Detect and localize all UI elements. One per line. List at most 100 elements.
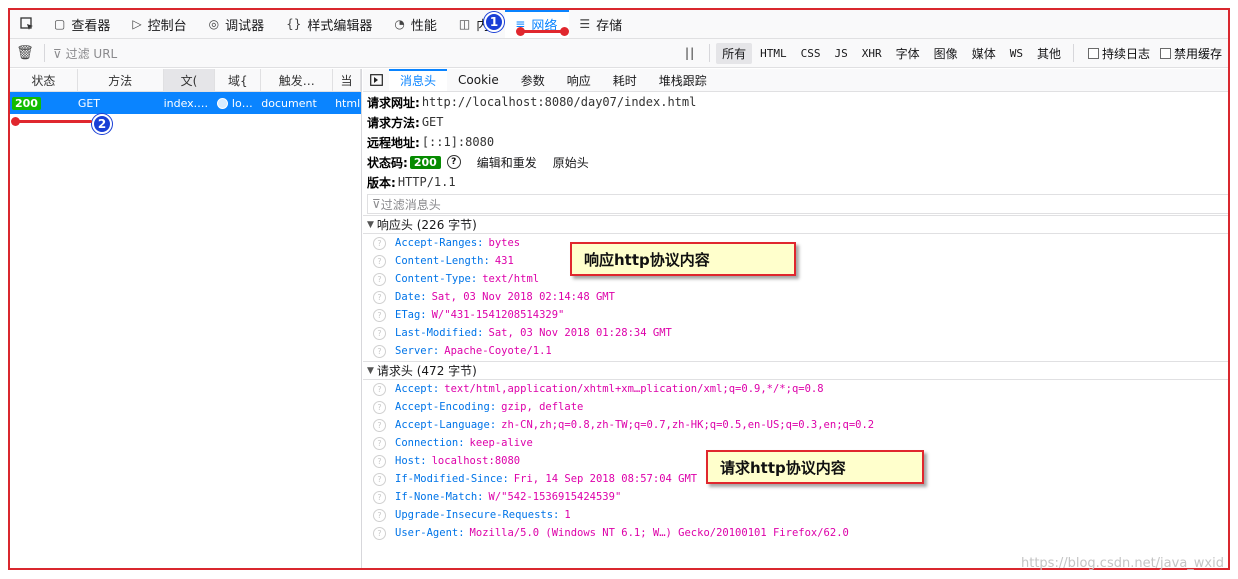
checkbox-box — [1087, 47, 1099, 59]
request-row[interactable]: 200 GET index.… lo… document html — [10, 92, 361, 114]
type-filter-fonts[interactable]: 字体 — [890, 43, 926, 64]
help-icon[interactable]: ? — [373, 490, 386, 504]
tab-params[interactable]: 参数 — [510, 69, 556, 91]
help-icon[interactable]: ? — [373, 436, 386, 450]
devtools-window: ▢ 查看器 ▷ 控制台 ◎ 调试器 {} 样式编辑器 ◔ 性能 ◫ 内 ≡ 网络 ☰ 存储 🗑 … — [8, 8, 1230, 570]
header-value: keep-alive — [469, 437, 533, 449]
type-filter-media[interactable]: 媒体 — [966, 43, 1002, 64]
help-icon[interactable]: ? — [446, 155, 461, 169]
column-domain[interactable]: 域{ — [215, 69, 262, 91]
checkbox-box — [1159, 47, 1171, 59]
method-label: 请求方法: — [367, 115, 420, 130]
inspector-icon: ▢ — [54, 17, 66, 31]
tab-storage[interactable]: ☰ 存储 — [569, 10, 634, 38]
help-icon[interactable]: ? — [373, 308, 386, 322]
tab-stack-trace[interactable]: 堆栈跟踪 — [648, 69, 718, 91]
help-icon[interactable]: ? — [373, 254, 386, 268]
request-cause: document — [261, 96, 317, 110]
tab-cookies[interactable]: Cookie — [447, 69, 510, 91]
help-icon[interactable]: ? — [373, 272, 386, 286]
version-label: 版本: — [367, 175, 396, 190]
header-row[interactable]: ? Upgrade-Insecure-Requests: 1 — [363, 506, 1228, 524]
header-row[interactable]: ? Server: Apache-Coyote/1.1 — [363, 342, 1228, 360]
divider — [44, 44, 45, 62]
annotation-dot — [560, 27, 569, 36]
persist-logs-label: 持续日志 — [1101, 46, 1150, 61]
help-icon[interactable]: ? — [373, 326, 386, 340]
type-filter-html[interactable]: HTML — [754, 45, 793, 62]
type-filter-all[interactable]: 所有 — [716, 42, 753, 64]
column-type[interactable]: 当 — [333, 69, 362, 91]
header-name: Date: — [395, 291, 427, 303]
help-icon[interactable]: ? — [373, 382, 386, 396]
header-row[interactable]: ? If-None-Match: W/"542-1536915424539" — [363, 488, 1228, 506]
header-value: W/"431-1541208514329" — [431, 309, 565, 321]
header-name: Accept: — [395, 383, 440, 395]
column-status[interactable]: 状态 — [10, 69, 78, 91]
type-filter-css[interactable]: CSS — [795, 45, 827, 62]
help-icon[interactable]: ? — [373, 400, 386, 414]
header-value: W/"542-1536915424539" — [488, 491, 622, 503]
tab-inspector[interactable]: ▢ 查看器 — [44, 10, 122, 38]
clear-trash-icon[interactable]: 🗑 — [10, 45, 40, 61]
type-filter-xhr[interactable]: XHR — [856, 45, 888, 62]
tab-timings[interactable]: 耗时 — [602, 69, 648, 91]
help-icon[interactable]: ? — [373, 472, 386, 486]
headers-filter-input[interactable]: ⊽ 过滤消息头 — [367, 194, 1228, 214]
debugger-icon: ◎ — [208, 17, 220, 31]
header-row[interactable]: ? Last-Modified: Sat, 03 Nov 2018 01:28:34… — [363, 324, 1228, 342]
column-file[interactable]: 文( — [163, 69, 216, 91]
toggle-sidebar-icon[interactable] — [363, 69, 389, 91]
request-type: html — [335, 96, 361, 110]
header-row[interactable]: ? ETag: W/"431-1541208514329" — [363, 306, 1228, 324]
tab-debugger[interactable]: ◎ 调试器 — [199, 10, 277, 38]
header-value: text/html — [482, 273, 540, 285]
element-picker-icon[interactable] — [10, 10, 44, 38]
column-method[interactable]: 方法 — [78, 69, 164, 91]
tab-headers[interactable]: 消息头 — [389, 69, 448, 91]
help-icon[interactable]: ? — [373, 418, 386, 432]
raw-headers-button[interactable]: 原始头 — [553, 154, 589, 171]
request-headers-section[interactable]: ▼ 请求头 (472 字节) — [363, 361, 1228, 380]
url-filter-input[interactable]: ⊽ 过滤 URL — [49, 45, 349, 62]
tab-performance[interactable]: ◔ 性能 — [384, 10, 449, 38]
help-icon[interactable]: ? — [373, 508, 386, 522]
header-name: If-Modified-Since: — [395, 473, 509, 485]
column-cause[interactable]: 触发… — [261, 69, 334, 91]
header-name: Content-Type: — [395, 273, 478, 285]
annotation-dot — [11, 117, 20, 126]
disable-cache-checkbox[interactable]: 禁用缓存 — [1159, 45, 1222, 62]
help-icon[interactable]: ? — [373, 454, 386, 468]
type-filter-group: || 所有 HTML CSS JS XHR 字体 图像 媒体 WS 其他 持续日… — [677, 42, 1228, 64]
details-tabbar: 消息头 Cookie 参数 响应 耗时 堆栈跟踪 — [363, 69, 1228, 92]
version-value: HTTP/1.1 — [397, 175, 456, 189]
tab-console[interactable]: ▷ 控制台 — [122, 10, 198, 38]
header-row[interactable]: ? Accept-Encoding: gzip, deflate — [363, 398, 1228, 416]
help-icon[interactable]: ? — [373, 344, 386, 358]
performance-icon: ◔ — [394, 17, 405, 31]
edit-resend-button[interactable]: 编辑和重发 — [477, 154, 537, 171]
tab-style-editor[interactable]: {} 样式编辑器 — [276, 10, 384, 38]
pause-button[interactable]: || — [677, 46, 703, 60]
persist-logs-checkbox[interactable]: 持续日志 — [1087, 45, 1150, 62]
header-row[interactable]: ? Date: Sat, 03 Nov 2018 02:14:48 GMT — [363, 288, 1228, 306]
type-filter-js[interactable]: JS — [829, 45, 854, 62]
header-name: User-Agent: — [395, 527, 465, 539]
header-row[interactable]: ? Accept-Language: zh-CN,zh;q=0.8,zh-TW;q=… — [363, 416, 1228, 434]
help-icon[interactable]: ? — [373, 236, 386, 250]
request-details-panel: 消息头 Cookie 参数 响应 耗时 堆栈跟踪 请求网址: http://loc… — [363, 69, 1228, 568]
header-row[interactable]: ? User-Agent: Mozilla/5.0 (Windows NT 6.1;… — [363, 524, 1228, 542]
type-filter-other[interactable]: 其他 — [1031, 43, 1067, 64]
tab-label: 性能 — [410, 18, 437, 34]
header-name: Content-Length: — [395, 255, 490, 267]
tab-response[interactable]: 响应 — [556, 69, 602, 91]
type-filter-ws[interactable]: WS — [1004, 45, 1029, 62]
header-row[interactable]: ? Accept: text/html,application/xhtml+xm…p… — [363, 380, 1228, 398]
style-editor-icon: {} — [286, 17, 302, 31]
response-headers-section[interactable]: ▼ 响应头 (226 字节) — [363, 215, 1228, 234]
help-icon[interactable]: ? — [373, 526, 386, 540]
type-filter-images[interactable]: 图像 — [928, 43, 964, 64]
status-badge: 200 — [12, 96, 41, 110]
section-title: 请求头 (472 字节) — [376, 364, 477, 378]
help-icon[interactable]: ? — [373, 290, 386, 304]
